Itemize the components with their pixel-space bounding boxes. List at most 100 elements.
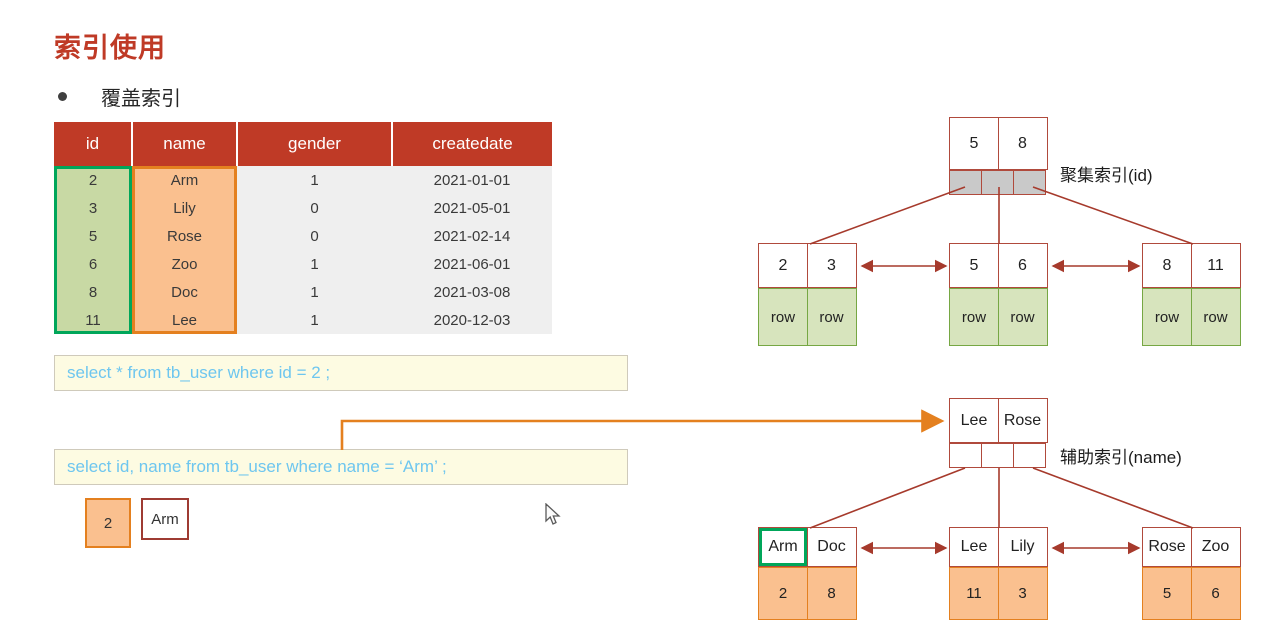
key-cell: 8: [997, 117, 1048, 170]
cell-name: Zoo: [132, 250, 237, 278]
value-cell: 11: [949, 567, 999, 620]
sql-text-2: select id, name from tb_user where name …: [67, 457, 447, 476]
clustered-index-label: 聚集索引(id): [1060, 166, 1153, 185]
sql-text-1: select * from tb_user where id = 2 ;: [67, 363, 331, 382]
key-cell: 2: [758, 243, 808, 288]
cell-createdate: 2021-03-08: [392, 278, 552, 306]
table-row: 2 Arm 1 2021-01-01: [54, 166, 552, 194]
key-cell: Doc: [806, 527, 857, 567]
result-box-id: 2: [85, 498, 131, 548]
clustered-root-pointers: [949, 170, 1048, 195]
cell-id: 6: [54, 250, 132, 278]
key-cell: Lee: [949, 527, 999, 567]
leaf-keys: Rose Zoo: [1142, 527, 1241, 567]
slide-canvas: 索引使用 覆盖索引 id name gender createdate 2 Ar…: [0, 0, 1272, 642]
column-header-gender: gender: [237, 122, 393, 166]
leaf-keys: Lee Lily: [949, 527, 1048, 567]
cell-name: Rose: [132, 222, 237, 250]
column-header-createdate: createdate: [392, 122, 552, 166]
key-cell: Lily: [997, 527, 1048, 567]
cell-gender: 0: [237, 222, 392, 250]
pointer-cell: [1012, 443, 1047, 468]
table-row: 5 Rose 0 2021-02-14: [54, 222, 552, 250]
cell-gender: 1: [237, 306, 392, 334]
table-row: 8 Doc 1 2021-03-08: [54, 278, 552, 306]
table-row: 3 Lily 0 2021-05-01: [54, 194, 552, 222]
value-cell: 5: [1142, 567, 1192, 620]
tb-user-table: id name gender createdate 2 Arm 1 2021-0…: [54, 122, 552, 334]
key-cell: 3: [806, 243, 857, 288]
clustered-leaf-node-1: 2 3 row row: [758, 243, 857, 346]
pointer-cell: [949, 443, 983, 468]
column-header-name: name: [132, 122, 238, 166]
pointer-cell: [980, 170, 1015, 195]
cell-createdate: 2021-01-01: [392, 166, 552, 194]
cell-createdate: 2020-12-03: [392, 306, 552, 334]
secondary-tree-links: [809, 467, 1194, 529]
key-cell: Arm: [758, 527, 808, 567]
cell-name: Lily: [132, 194, 237, 222]
table-body: 2 Arm 1 2021-01-01 3 Lily 0 2021-05-01 5…: [54, 166, 552, 334]
key-cell: 8: [1142, 243, 1192, 288]
row-cell: row: [1142, 288, 1192, 346]
leaf-values: row row: [949, 288, 1048, 346]
cell-name: Arm: [132, 166, 237, 194]
leaf-keys: 2 3: [758, 243, 857, 288]
clustered-leaf-node-3: 8 11 row row: [1142, 243, 1241, 346]
clustered-tree-links: [809, 186, 1194, 245]
row-cell: row: [806, 288, 857, 346]
cell-id: 3: [54, 194, 132, 222]
key-cell: 6: [997, 243, 1048, 288]
cell-id: 5: [54, 222, 132, 250]
row-cell: row: [949, 288, 999, 346]
secondary-root-keys: Lee Rose: [949, 398, 1048, 443]
key-cell: 5: [949, 243, 999, 288]
table-row: 11 Lee 1 2020-12-03: [54, 306, 552, 334]
secondary-leaf-node-2: Lee Lily 11 3: [949, 527, 1048, 620]
leaf-values: 11 3: [949, 567, 1048, 620]
sql-statement-2: select id, name from tb_user where name …: [54, 449, 628, 485]
page-title: 索引使用: [54, 33, 166, 63]
secondary-index-label: 辅助索引(name): [1060, 448, 1182, 467]
leaf-values: 2 8: [758, 567, 857, 620]
bullet-label: 覆盖索引: [101, 88, 181, 110]
pointer-cell: [1012, 170, 1047, 195]
leaf-keys: 5 6: [949, 243, 1048, 288]
row-cell: row: [758, 288, 808, 346]
leaf-keys: Arm Doc: [758, 527, 857, 567]
cell-id: 2: [54, 166, 132, 194]
clustered-root-node: 5 8: [949, 117, 1048, 195]
bullet-dot-icon: [58, 92, 67, 101]
row-cell: row: [997, 288, 1048, 346]
clustered-leaf-node-2: 5 6 row row: [949, 243, 1048, 346]
cell-createdate: 2021-02-14: [392, 222, 552, 250]
leaf-values: row row: [758, 288, 857, 346]
value-cell: 8: [806, 567, 857, 620]
leaf-values: row row: [1142, 288, 1241, 346]
value-cell: 6: [1190, 567, 1241, 620]
key-cell: Rose: [1142, 527, 1192, 567]
leaf-keys: 8 11: [1142, 243, 1241, 288]
table-header-row: id name gender createdate: [54, 122, 552, 166]
cell-gender: 0: [237, 194, 392, 222]
result-box-name: Arm: [141, 498, 189, 540]
secondary-root-pointers: [949, 443, 1048, 468]
cell-createdate: 2021-06-01: [392, 250, 552, 278]
key-cell: 5: [949, 117, 999, 170]
clustered-root-keys: 5 8: [949, 117, 1048, 170]
sql-statement-1: select * from tb_user where id = 2 ;: [54, 355, 628, 391]
cell-id: 8: [54, 278, 132, 306]
column-header-id: id: [54, 122, 133, 166]
cell-gender: 1: [237, 250, 392, 278]
value-cell: 3: [997, 567, 1048, 620]
key-cell: Lee: [949, 398, 999, 443]
leaf-values: 5 6: [1142, 567, 1241, 620]
key-cell: Zoo: [1190, 527, 1241, 567]
row-cell: row: [1190, 288, 1241, 346]
secondary-leaf-node-3: Rose Zoo 5 6: [1142, 527, 1241, 620]
mouse-pointer-icon: [545, 503, 561, 525]
cell-createdate: 2021-05-01: [392, 194, 552, 222]
table-row: 6 Zoo 1 2021-06-01: [54, 250, 552, 278]
key-cell: 11: [1190, 243, 1241, 288]
pointer-cell: [949, 170, 983, 195]
